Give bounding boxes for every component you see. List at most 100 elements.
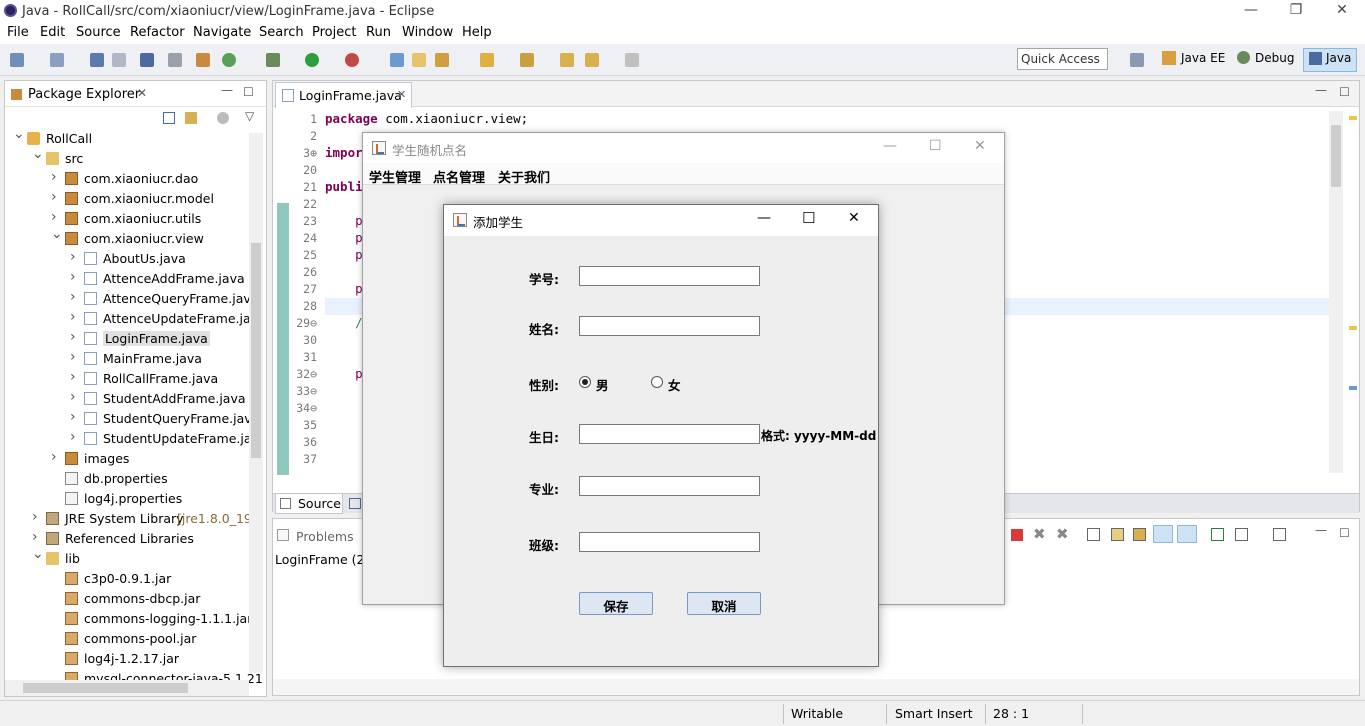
student-name-input[interactable] [579,316,760,336]
source-tab[interactable]: Source [275,494,343,514]
cancel-button[interactable]: 取消 [687,592,761,615]
refresh-icon[interactable] [222,53,236,67]
menu-project[interactable]: Project [312,25,356,40]
link-editor-icon[interactable] [185,112,197,124]
pin-console-icon[interactable] [1211,528,1224,541]
minimize-console-icon[interactable]: — [1315,523,1327,537]
tree-item[interactable]: › StudentUpdateFrame.jav [5,429,259,449]
maximize-editor-icon[interactable]: ☐ [1339,85,1350,99]
gender-female-label[interactable]: 女 [668,375,681,394]
class-input[interactable] [579,532,760,552]
student-id-input[interactable] [579,266,760,286]
menu-edit[interactable]: Edit [40,25,65,40]
word-wrap-icon[interactable] [1133,528,1146,541]
menu-help[interactable]: Help [462,25,492,40]
tree-item[interactable]: commons-logging-1.1.1.jar [5,609,252,629]
gender-female-radio[interactable] [651,376,663,388]
view-menu-icon[interactable]: ▽ [245,109,254,123]
perspective-java[interactable]: Java [1326,51,1351,65]
menu-student-management[interactable]: 学生管理 [369,167,421,186]
menu-search[interactable]: Search [259,25,304,40]
save-icon[interactable] [90,53,104,67]
editor-tab-loginframe[interactable]: LoginFrame.java ✕ [275,82,412,108]
collapsed-arrow-icon[interactable]: › [32,529,38,545]
collapsed-arrow-icon[interactable]: › [70,429,76,445]
display-console-icon[interactable] [1235,528,1248,541]
tree-item[interactable]: ⌄ src [5,146,249,169]
forward-icon[interactable] [625,53,639,67]
menu-navigate[interactable]: Navigate [193,25,251,40]
close-view-icon[interactable]: ✕ [137,86,147,100]
problems-row[interactable]: LoginFrame (2) [275,552,369,567]
tree-item[interactable]: c3p0-0.9.1.jar [5,569,249,589]
debug-icon[interactable] [266,53,280,67]
tree-item[interactable]: commons-pool.jar [5,629,249,649]
gender-male-radio[interactable] [579,376,591,388]
tree-item[interactable]: › MainFrame.java [5,349,249,369]
collapsed-arrow-icon[interactable]: › [51,189,57,205]
tree-item[interactable]: › AttenceUpdateFrame.jav [5,309,258,329]
expanded-arrow-icon[interactable]: ⌄ [32,546,44,562]
close-icon[interactable]: ✕ [1327,2,1357,18]
tree-item[interactable]: › AttenceAddFrame.java [5,269,249,289]
perspective-java-ee[interactable]: Java EE [1181,51,1225,65]
menu-about-us[interactable]: 关于我们 [498,167,550,186]
terminate-icon[interactable] [1011,529,1023,541]
skip-breakpoints-icon[interactable] [168,53,182,67]
save-all-icon[interactable] [112,53,126,67]
tree-item[interactable]: › StudentQueryFrame.java [5,409,259,429]
tree-item[interactable]: › images [5,449,249,469]
dialog-maximize-icon[interactable]: ☐ [802,209,815,227]
collapsed-arrow-icon[interactable]: › [51,209,57,225]
collapsed-arrow-icon[interactable]: › [70,369,76,385]
clear-console-icon[interactable] [1087,528,1100,541]
console-icon[interactable] [140,53,154,67]
last-edit-icon[interactable] [560,53,574,67]
maximize-console-icon[interactable]: ☐ [1339,526,1350,540]
remove-all-icon[interactable]: ✖ [1056,525,1069,543]
menu-refactor[interactable]: Refactor [130,25,185,40]
main-frame-minimize-icon[interactable]: — [883,138,897,154]
menu-rollcall-management[interactable]: 点名管理 [433,167,485,186]
menu-window[interactable]: Window [402,25,453,40]
expanded-arrow-icon[interactable]: ⌄ [51,226,63,242]
dialog-close-icon[interactable]: ✕ [848,210,860,226]
view-menu-filter-icon[interactable] [217,112,229,124]
collapsed-arrow-icon[interactable]: › [70,349,76,365]
new-wizard-icon[interactable] [50,53,64,67]
birthday-input[interactable] [579,424,760,444]
collapsed-arrow-icon[interactable]: › [70,289,76,305]
collapsed-arrow-icon[interactable]: › [70,249,76,265]
tree-item[interactable]: › LoginFrame.java [5,329,249,349]
major-input[interactable] [579,476,760,496]
open-folder-icon[interactable] [412,53,426,67]
open-task-icon[interactable] [435,53,449,67]
remove-launch-icon[interactable]: ✖ [1033,525,1046,543]
restore-icon[interactable]: ❐ [1281,2,1311,18]
run-icon[interactable] [305,53,319,67]
tree-item[interactable]: › RollCallFrame.java [5,369,249,389]
collapsed-arrow-icon[interactable]: › [70,329,76,345]
next-annotation-icon[interactable] [520,53,534,67]
show-stderr-icon[interactable] [1177,525,1197,543]
collapsed-arrow-icon[interactable]: › [70,269,76,285]
show-stdout-icon[interactable] [1153,525,1173,543]
tree-item[interactable]: ⌄ lib [5,546,249,569]
tree-item[interactable]: › StudentAddFrame.java [5,389,249,409]
external-tools-icon[interactable] [345,53,359,67]
open-console-icon[interactable] [1273,528,1286,541]
save-button[interactable]: 保存 [579,592,653,615]
tree-item[interactable]: db.properties [5,469,249,489]
expanded-arrow-icon[interactable]: ⌄ [32,146,44,162]
menu-run[interactable]: Run [366,25,391,40]
collapsed-arrow-icon[interactable]: › [32,509,38,525]
gender-male-label[interactable]: 男 [596,375,609,394]
dialog-minimize-icon[interactable]: — [757,210,771,226]
tree-item[interactable]: › com.xiaoniucr.utils [5,209,249,229]
collapsed-arrow-icon[interactable]: › [51,449,57,465]
close-tab-icon[interactable]: ✕ [397,88,406,101]
minimize-editor-icon[interactable]: — [1315,83,1327,97]
menu-source[interactable]: Source [76,25,121,40]
tree-horizontal-scrollbar[interactable] [5,680,249,696]
collapsed-arrow-icon[interactable]: › [51,169,57,185]
